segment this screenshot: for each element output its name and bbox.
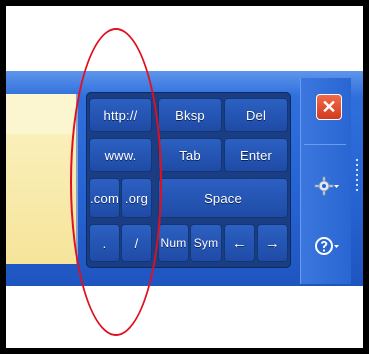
settings-button[interactable]: [312, 174, 342, 198]
key-enter[interactable]: Enter: [224, 138, 288, 172]
text-input-area[interactable]: [6, 94, 78, 264]
key-right-arrow[interactable]: →: [257, 224, 288, 262]
key-backspace[interactable]: Bksp: [158, 98, 222, 132]
key-num[interactable]: Num: [158, 224, 189, 262]
close-icon: ✕: [321, 96, 337, 117]
screenshot-frame: http:// www. .com .org . / Bksp Del Tab …: [0, 0, 369, 354]
key-left-arrow[interactable]: ←: [224, 224, 255, 262]
separator: [304, 144, 346, 145]
help-icon: [315, 237, 339, 255]
key-delete[interactable]: Del: [224, 98, 288, 132]
help-button[interactable]: [312, 234, 342, 258]
key-tab[interactable]: Tab: [158, 138, 222, 172]
resize-grip[interactable]: [353, 156, 361, 206]
gear-icon: [314, 176, 339, 196]
key-sym[interactable]: Sym: [190, 224, 222, 262]
key-space[interactable]: Space: [158, 178, 288, 218]
close-button[interactable]: ✕: [316, 94, 342, 120]
highlight-circle: [70, 28, 162, 336]
